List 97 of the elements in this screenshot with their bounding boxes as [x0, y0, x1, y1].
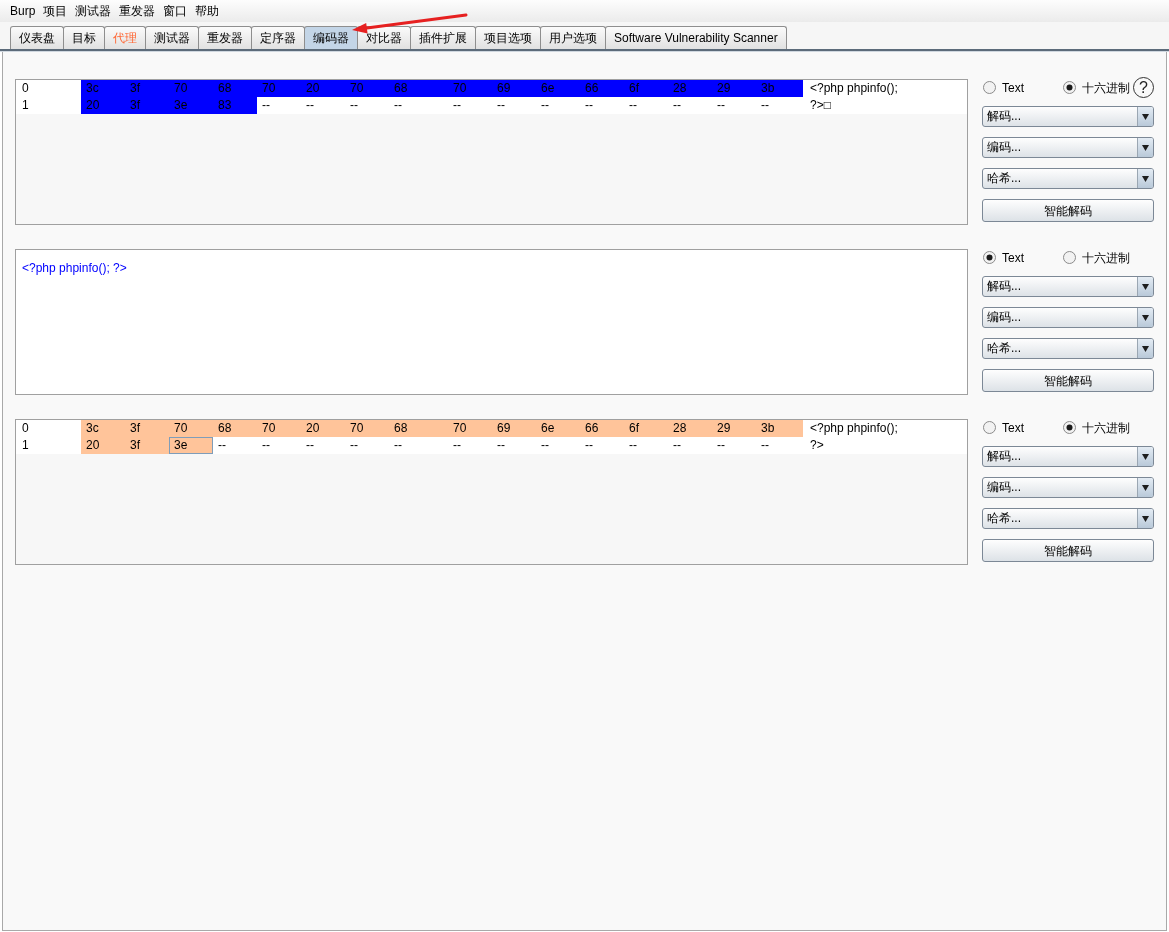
radio-button[interactable]: [983, 81, 996, 94]
dropdown[interactable]: 编码...: [982, 137, 1154, 158]
hex-cell[interactable]: 20: [301, 420, 345, 437]
tab[interactable]: 定序器: [251, 26, 305, 49]
hex-cell[interactable]: 20: [81, 437, 125, 454]
radio-button[interactable]: [1063, 251, 1076, 264]
hex-cell[interactable]: 29: [712, 420, 756, 437]
menu-item[interactable]: 窗口: [163, 0, 188, 22]
menu-item[interactable]: 帮助: [195, 0, 220, 22]
dropdown[interactable]: 解码...: [982, 446, 1154, 467]
radio-button[interactable]: [1063, 81, 1076, 94]
smart-decode-button[interactable]: 智能解码: [982, 199, 1154, 222]
hex-cell[interactable]: 3e: [169, 437, 213, 454]
offset-cell: 0: [16, 420, 81, 437]
hex-cell[interactable]: 66: [580, 420, 624, 437]
dropdown[interactable]: 解码...: [982, 106, 1154, 127]
dropdown[interactable]: 哈希...: [982, 168, 1154, 189]
hex-cell[interactable]: --: [301, 97, 345, 114]
hex-cell[interactable]: --: [492, 437, 536, 454]
hex-cell[interactable]: 70: [257, 420, 301, 437]
dropdown[interactable]: 编码...: [982, 477, 1154, 498]
offset-cell: 0: [16, 80, 81, 97]
hex-cell[interactable]: 3f: [125, 437, 169, 454]
hex-cell[interactable]: --: [624, 437, 668, 454]
hex-cell[interactable]: 3c: [81, 420, 125, 437]
hex-editor[interactable]: 0 3c 3f 70 68 70 20 70 68 70 69 6e 66 6f 28 29 3b <?php phpinfo(); 1 20 3f 3e -- -- -- -- -- -- -- -- -- -- -- -- -- ?>: [15, 419, 968, 565]
hex-cell[interactable]: 6e: [536, 420, 580, 437]
hex-cell[interactable]: --: [580, 97, 624, 114]
hex-cell[interactable]: 70: [169, 420, 213, 437]
radio-label[interactable]: Text: [1002, 249, 1024, 266]
menu-item[interactable]: 重发器: [119, 0, 156, 22]
hex-cell[interactable]: 3b: [756, 420, 803, 437]
hex-cell[interactable]: --: [448, 97, 492, 114]
tab[interactable]: 目标: [63, 26, 105, 49]
tab[interactable]: Software Vulnerability Scanner: [605, 26, 787, 49]
radio-label[interactable]: 十六进制: [1082, 79, 1130, 96]
hex-cell[interactable]: --: [668, 97, 712, 114]
hex-cell[interactable]: --: [536, 437, 580, 454]
hex-cell[interactable]: --: [580, 437, 624, 454]
editor-text: <?php phpinfo(); ?>: [22, 261, 127, 275]
hex-cell[interactable]: --: [668, 437, 712, 454]
hex-cell[interactable]: --: [492, 97, 536, 114]
hex-editor[interactable]: 0 3c 3f 70 68 70 20 70 68 70 69 6e 66 6f 28 29 3b <?php phpinfo(); 1 20 3f 3e 83 -- -- -- -- -- -- -- -- -- -- -- -- ?>□: [15, 79, 968, 225]
ascii-cell: ?>: [803, 437, 967, 454]
hex-cell[interactable]: 70: [448, 420, 492, 437]
dropdown[interactable]: 编码...: [982, 307, 1154, 328]
radio-button[interactable]: [983, 421, 996, 434]
radio-label[interactable]: Text: [1002, 419, 1024, 436]
hex-cell[interactable]: 68: [389, 420, 448, 437]
hex-cell[interactable]: --: [389, 97, 448, 114]
menu-item[interactable]: Burp: [10, 0, 36, 22]
radio-label[interactable]: 十六进制: [1082, 249, 1130, 266]
tab[interactable]: 编码器: [304, 26, 358, 49]
hex-cell[interactable]: --: [257, 437, 301, 454]
hex-cell[interactable]: 6f: [624, 420, 668, 437]
dropdown[interactable]: 解码...: [982, 276, 1154, 297]
text-editor[interactable]: <?php phpinfo(); ?>: [15, 249, 968, 395]
radio-label[interactable]: Text: [1002, 79, 1024, 96]
hex-cell[interactable]: 28: [668, 420, 712, 437]
radio-button[interactable]: [1063, 421, 1076, 434]
tab[interactable]: 项目选项: [475, 26, 541, 49]
offset-cell: 1: [16, 437, 81, 454]
hex-cell[interactable]: --: [756, 437, 803, 454]
hex-cell[interactable]: --: [448, 437, 492, 454]
smart-decode-button[interactable]: 智能解码: [982, 369, 1154, 392]
hex-cell[interactable]: --: [301, 437, 345, 454]
tab[interactable]: 对比器: [357, 26, 411, 49]
smart-decode-button[interactable]: 智能解码: [982, 539, 1154, 562]
hex-cell[interactable]: --: [213, 437, 257, 454]
hex-cell[interactable]: --: [712, 437, 756, 454]
hex-cell[interactable]: --: [536, 97, 580, 114]
hex-cell[interactable]: 70: [345, 420, 389, 437]
hex-cell[interactable]: 3f: [125, 420, 169, 437]
offset-cell: 1: [16, 97, 81, 114]
ascii-cell: <?php phpinfo();: [803, 80, 967, 97]
hex-cell[interactable]: --: [624, 97, 668, 114]
hex-cell[interactable]: 69: [492, 420, 536, 437]
tab[interactable]: 测试器: [145, 26, 199, 49]
hex-cell[interactable]: --: [712, 97, 756, 114]
tab[interactable]: 用户选项: [540, 26, 606, 49]
menu-item[interactable]: 项目: [43, 0, 68, 22]
ascii-cell: ?>□: [803, 97, 967, 114]
menu-item[interactable]: 测试器: [75, 0, 112, 22]
tab[interactable]: 仪表盘: [10, 26, 64, 49]
radio-label[interactable]: 十六进制: [1082, 419, 1130, 436]
dropdown[interactable]: 哈希...: [982, 508, 1154, 529]
radio-button[interactable]: [983, 251, 996, 264]
hex-cell[interactable]: --: [345, 97, 389, 114]
hex-cell[interactable]: 68: [213, 420, 257, 437]
hex-cell[interactable]: --: [257, 97, 301, 114]
hex-cell[interactable]: --: [345, 437, 389, 454]
hex-cell[interactable]: --: [756, 97, 803, 114]
dropdown[interactable]: 哈希...: [982, 338, 1154, 359]
tab[interactable]: 重发器: [198, 26, 252, 49]
ascii-cell: <?php phpinfo();: [803, 420, 967, 437]
tab[interactable]: 插件扩展: [410, 26, 476, 49]
hex-cell[interactable]: --: [389, 437, 448, 454]
